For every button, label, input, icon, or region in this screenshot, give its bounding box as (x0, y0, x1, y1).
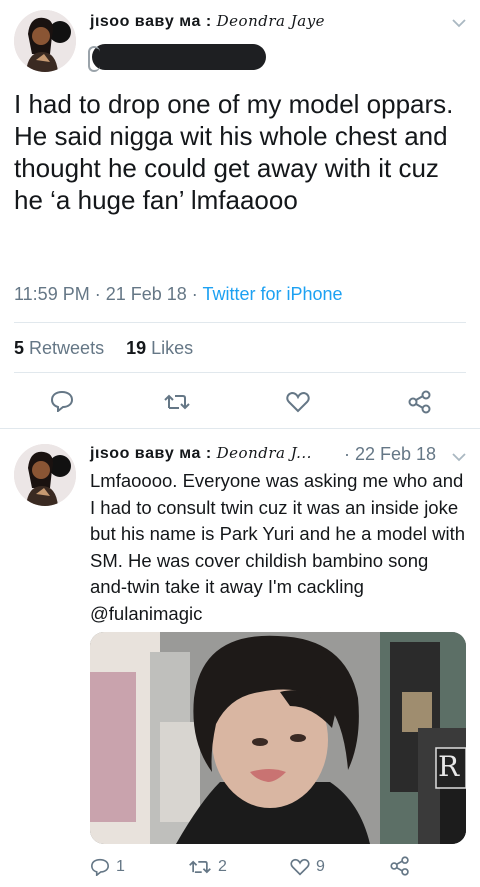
retweets-stat[interactable]: 5 Retweets (14, 338, 104, 358)
like-icon[interactable] (286, 391, 310, 413)
tweet-media-image[interactable]: R (90, 632, 466, 844)
display-name[interactable]: jιsoo вaвy мa : Deondra J... (90, 444, 312, 463)
retweet-icon[interactable] (188, 858, 212, 876)
tweet-meta: 11:59 PM · 21 Feb 18 · Twitter for iPhon… (14, 284, 343, 305)
like-icon[interactable] (290, 858, 310, 876)
retweets-count: 5 (14, 338, 25, 358)
like-count: 9 (316, 858, 325, 875)
tweet-source-link[interactable]: Twitter for iPhone (202, 284, 342, 304)
likes-stat[interactable]: 19 Likes (126, 338, 193, 358)
display-name-plain: jιsoo вaвy мa : (90, 13, 217, 30)
retweet-icon[interactable] (163, 392, 191, 412)
engagement-stats: 5 Retweets 19 Likes (14, 338, 193, 359)
share-icon[interactable] (390, 856, 410, 876)
reply-date[interactable]: · 22 Feb 18 (344, 444, 436, 465)
tweet-time: 11:59 PM (14, 284, 90, 304)
chevron-down-icon[interactable] (452, 18, 466, 28)
reply-icon[interactable] (90, 858, 110, 876)
likes-label: Likes (151, 338, 194, 358)
redacted-handle-edge (88, 46, 100, 72)
reply-icon[interactable] (50, 390, 74, 412)
divider (14, 372, 466, 373)
chevron-down-icon[interactable] (452, 452, 466, 462)
redacted-handle (92, 44, 266, 70)
tweet-date: 21 Feb 18 (105, 284, 187, 304)
display-name-script: Deondra J... (216, 444, 312, 462)
likes-count: 19 (126, 338, 147, 358)
reply-count: 1 (116, 858, 125, 875)
tweet-text: I had to drop one of my model oppars. He… (14, 89, 454, 215)
retweet-count: 2 (218, 858, 227, 875)
display-name[interactable]: jιsoo вaвy мa : Deondra Jaye (90, 12, 325, 31)
display-name-plain: jιsoo вaвy мa : (90, 445, 217, 462)
share-icon[interactable] (408, 390, 432, 414)
divider (14, 322, 466, 323)
media-sign-letter: R (438, 750, 460, 783)
divider (0, 428, 480, 429)
avatar[interactable] (14, 10, 76, 72)
meta-separator: · (89, 284, 106, 304)
reply-text: Lmfaoooo. Everyone was asking me who and… (90, 470, 466, 624)
avatar[interactable] (14, 444, 76, 506)
meta-separator: · (186, 284, 203, 304)
display-name-script: Deondra Jaye (216, 12, 326, 30)
retweets-label: Retweets (29, 338, 105, 358)
